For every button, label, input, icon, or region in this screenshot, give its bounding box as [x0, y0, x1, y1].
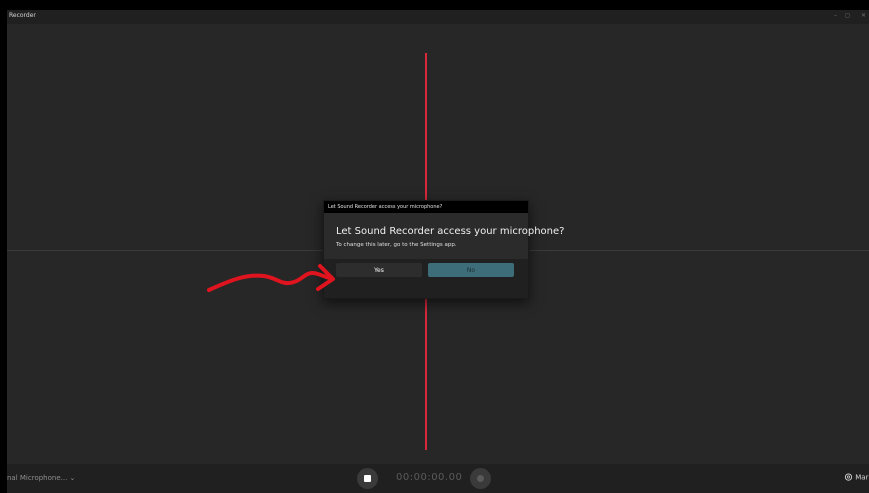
no-button[interactable]: No [428, 263, 514, 277]
microphone-selector[interactable]: nal Microphone... ⌄ [7, 474, 75, 482]
recording-timer: 00:00:00.00 [396, 472, 463, 483]
stop-icon [364, 475, 371, 482]
location-pin-icon [844, 473, 853, 481]
record-button[interactable] [470, 468, 491, 489]
record-icon [477, 475, 484, 482]
yes-button[interactable]: Yes [336, 263, 422, 277]
marker-label: Mar [855, 473, 869, 482]
minimize-button[interactable]: – [834, 12, 837, 19]
annotation-arrow [207, 264, 335, 292]
dialog-body-text: To change this later, go to the Settings… [336, 242, 457, 248]
recorder-window: Recorder – ◻ ✕ Let Sound Recorder access… [7, 10, 869, 493]
stop-button[interactable] [357, 468, 378, 489]
dialog-title-text: Let Sound Recorder access your microphon… [328, 204, 443, 210]
dialog-heading: Let Sound Recorder access your microphon… [336, 226, 565, 237]
permission-dialog: Let Sound Recorder access your microphon… [323, 200, 564, 299]
add-marker-button[interactable]: Mar [844, 473, 868, 482]
app-title: Recorder [9, 12, 36, 19]
maximize-button[interactable]: ◻ [845, 12, 850, 19]
title-bar: Recorder – ◻ ✕ [7, 10, 869, 24]
close-button[interactable]: ✕ [861, 12, 866, 19]
bottom-toolbar: nal Microphone... ⌄ 00:00:00.00 Mar [7, 464, 869, 493]
